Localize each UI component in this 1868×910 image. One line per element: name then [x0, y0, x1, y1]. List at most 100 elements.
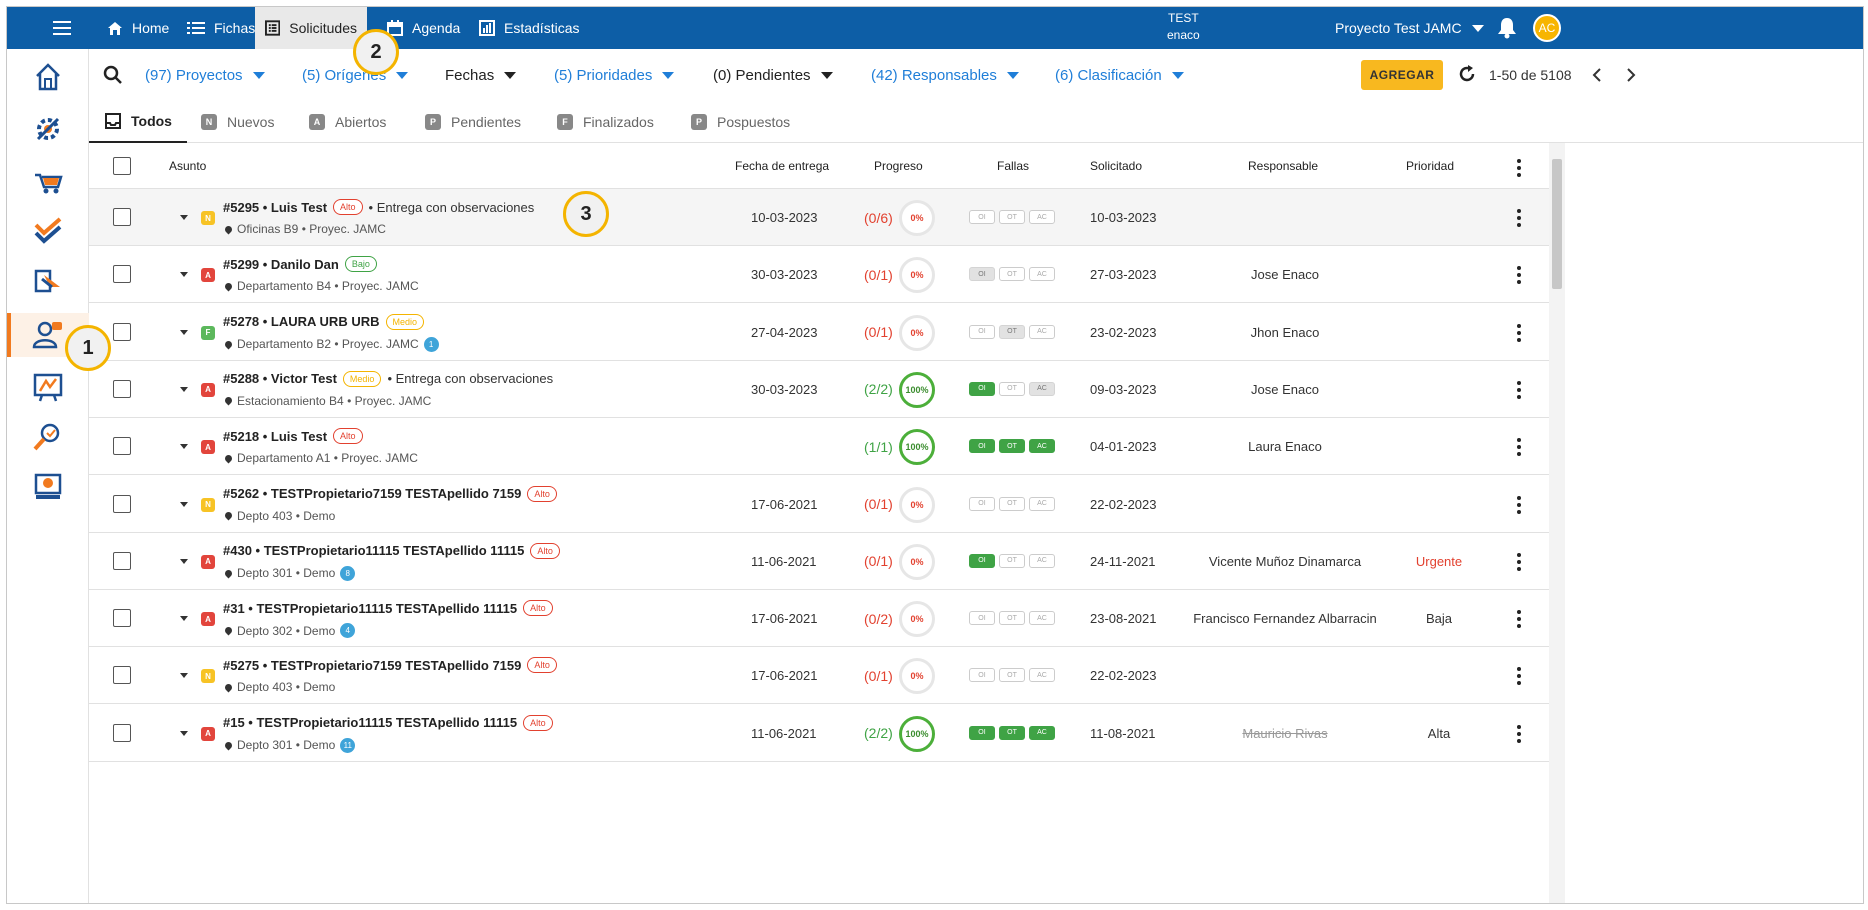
expand-caret-icon[interactable]: [180, 272, 188, 278]
scrollbar-thumb[interactable]: [1552, 159, 1562, 289]
project-selector[interactable]: Proyecto Test JAMC: [1335, 7, 1484, 49]
row-menu-icon[interactable]: [1517, 724, 1521, 743]
col-fallas[interactable]: Fallas: [997, 143, 1029, 189]
tab-todos[interactable]: Todos: [89, 101, 187, 143]
expand-caret-icon[interactable]: [180, 501, 188, 507]
row-menu-icon[interactable]: [1517, 266, 1521, 285]
avatar[interactable]: AC: [1533, 14, 1561, 42]
row-menu-icon[interactable]: [1517, 380, 1521, 399]
tab-pospuestos[interactable]: P Pospuestos: [691, 101, 790, 143]
row-checkbox[interactable]: [113, 379, 131, 398]
sidebar-inspection-icon[interactable]: [32, 421, 64, 453]
table-row[interactable]: A #31 • TESTPropietario11115 TESTApellido…: [89, 590, 1549, 648]
col-prioridad[interactable]: Prioridad: [1406, 143, 1454, 189]
sidebar-postventa-icon[interactable]: [32, 319, 64, 351]
tab-pendientes[interactable]: P Pendientes: [425, 101, 521, 143]
table-row[interactable]: A #430 • TESTPropietario11115 TESTApellid…: [89, 533, 1549, 590]
row-menu-icon[interactable]: [1517, 495, 1521, 514]
sidebar-settings-icon[interactable]: [32, 113, 64, 145]
bell-icon[interactable]: [1497, 17, 1517, 39]
sidebar-handover-icon[interactable]: [32, 265, 64, 297]
request-subject[interactable]: #15 • TESTPropietario11115 TESTApellido …: [223, 714, 553, 731]
table-row[interactable]: A #15 • TESTPropietario11115 TESTApellido…: [89, 705, 1549, 762]
requested-date: 24-11-2021: [1090, 553, 1156, 569]
request-subject[interactable]: #5299 • Danilo Dan Bajo: [223, 256, 377, 273]
table-row[interactable]: F #5278 • LAURA URB URB Medio Departamento …: [89, 304, 1549, 361]
col-responsable[interactable]: Responsable: [1248, 143, 1318, 189]
row-checkbox[interactable]: [113, 208, 131, 226]
expand-caret-icon[interactable]: [180, 329, 188, 335]
requested-date: 11-08-2021: [1090, 725, 1156, 741]
request-subject[interactable]: #5288 • Victor Test Medio • Entrega con ob…: [223, 370, 553, 387]
filter-fechas[interactable]: Fechas: [445, 49, 517, 101]
sidebar-home-icon[interactable]: [32, 61, 64, 93]
nav-solicitudes[interactable]: Solicitudes: [255, 7, 367, 49]
chevron-right-icon[interactable]: [1626, 68, 1636, 82]
col-fecha[interactable]: Fecha de entrega: [735, 143, 829, 189]
tab-nuevos[interactable]: N Nuevos: [201, 101, 274, 143]
request-subject[interactable]: #430 • TESTPropietario11115 TESTApellido…: [223, 542, 560, 559]
col-asunto[interactable]: Asunto: [169, 143, 206, 189]
expand-caret-icon[interactable]: [180, 673, 188, 679]
chevron-left-icon[interactable]: [1592, 68, 1602, 82]
request-location: Departamento B4 • Proyec. JAMC: [223, 279, 419, 293]
row-menu-icon[interactable]: [1517, 552, 1521, 571]
row-checkbox[interactable]: [113, 666, 131, 685]
location-pin-icon: [223, 740, 234, 751]
table-row[interactable]: N #5295 • Luis Test Alto • Entrega con obse…: [89, 189, 1549, 246]
row-checkbox[interactable]: [113, 609, 131, 628]
filter-pendientes[interactable]: (0) Pendientes: [713, 49, 833, 101]
hamburger-menu-icon[interactable]: [27, 7, 97, 49]
refresh-icon[interactable]: [1457, 64, 1477, 84]
add-button[interactable]: AGREGAR: [1361, 60, 1443, 90]
row-menu-icon[interactable]: [1517, 610, 1521, 629]
row-checkbox[interactable]: [113, 551, 131, 570]
expand-caret-icon[interactable]: [180, 386, 188, 392]
row-checkbox[interactable]: [113, 322, 131, 341]
columns-menu-icon[interactable]: [1517, 159, 1521, 177]
tab-finalizados[interactable]: F Finalizados: [557, 101, 654, 143]
sidebar-wheelbarrow-icon[interactable]: [32, 165, 64, 197]
request-subject[interactable]: #5218 • Luis Test Alto: [223, 428, 363, 445]
row-menu-icon[interactable]: [1517, 438, 1521, 457]
row-menu-icon[interactable]: [1517, 209, 1521, 227]
expand-caret-icon[interactable]: [180, 616, 188, 622]
row-checkbox[interactable]: [113, 265, 131, 284]
request-subject[interactable]: #31 • TESTPropietario11115 TESTApellido …: [223, 600, 553, 617]
table-row[interactable]: N #5262 • TESTPropietario7159 TESTApellid…: [89, 476, 1549, 533]
expand-caret-icon[interactable]: [180, 730, 188, 736]
request-subject[interactable]: #5262 • TESTPropietario7159 TESTApellido…: [223, 485, 557, 502]
filter-responsables[interactable]: (42) Responsables: [871, 49, 1019, 101]
table-row[interactable]: A #5218 • Luis Test Alto Departamento A1 • …: [89, 418, 1549, 476]
request-subject[interactable]: #5295 • Luis Test Alto • Entrega con obser…: [223, 199, 534, 215]
row-menu-icon[interactable]: [1517, 667, 1521, 686]
sidebar-payments-icon[interactable]: [32, 471, 64, 503]
table-row[interactable]: A #5288 • Victor Test Medio • Entrega con o…: [89, 361, 1549, 418]
nav-estadisticas[interactable]: Estadísticas: [469, 7, 589, 49]
select-all-checkbox[interactable]: [113, 157, 131, 175]
vertical-scrollbar[interactable]: [1549, 143, 1565, 903]
expand-caret-icon[interactable]: [180, 558, 188, 564]
row-checkbox[interactable]: [113, 723, 131, 742]
filter-prioridades[interactable]: (5) Prioridades: [554, 49, 675, 101]
filter-clasificacion[interactable]: (6) Clasificación: [1055, 49, 1184, 101]
sidebar-board-icon[interactable]: [32, 371, 64, 403]
expand-caret-icon[interactable]: [180, 215, 188, 220]
table-row[interactable]: A #5299 • Danilo Dan Bajo Departamento B4 •…: [89, 246, 1549, 304]
col-progreso[interactable]: Progreso: [874, 143, 923, 189]
request-subject[interactable]: #5275 • TESTPropietario7159 TESTApellido…: [223, 657, 557, 674]
filter-proyectos[interactable]: (97) Proyectos: [145, 49, 265, 101]
sidebar-checklist-icon[interactable]: [32, 215, 64, 247]
search-icon[interactable]: [103, 65, 123, 85]
row-checkbox[interactable]: [113, 494, 131, 513]
expand-caret-icon[interactable]: [180, 444, 188, 450]
request-subject[interactable]: #5278 • LAURA URB URB Medio: [223, 313, 425, 330]
col-solicitado[interactable]: Solicitado: [1090, 143, 1142, 189]
tab-abiertos[interactable]: A Abiertos: [309, 101, 386, 143]
row-checkbox[interactable]: [113, 437, 131, 456]
request-location: Oficinas B9 • Proyec. JAMC: [223, 222, 386, 236]
table-row[interactable]: N #5275 • TESTPropietario7159 TESTApellid…: [89, 647, 1549, 705]
row-menu-icon[interactable]: [1517, 323, 1521, 342]
nav-fichas[interactable]: Fichas: [177, 7, 265, 49]
nav-home[interactable]: Home: [97, 7, 179, 49]
